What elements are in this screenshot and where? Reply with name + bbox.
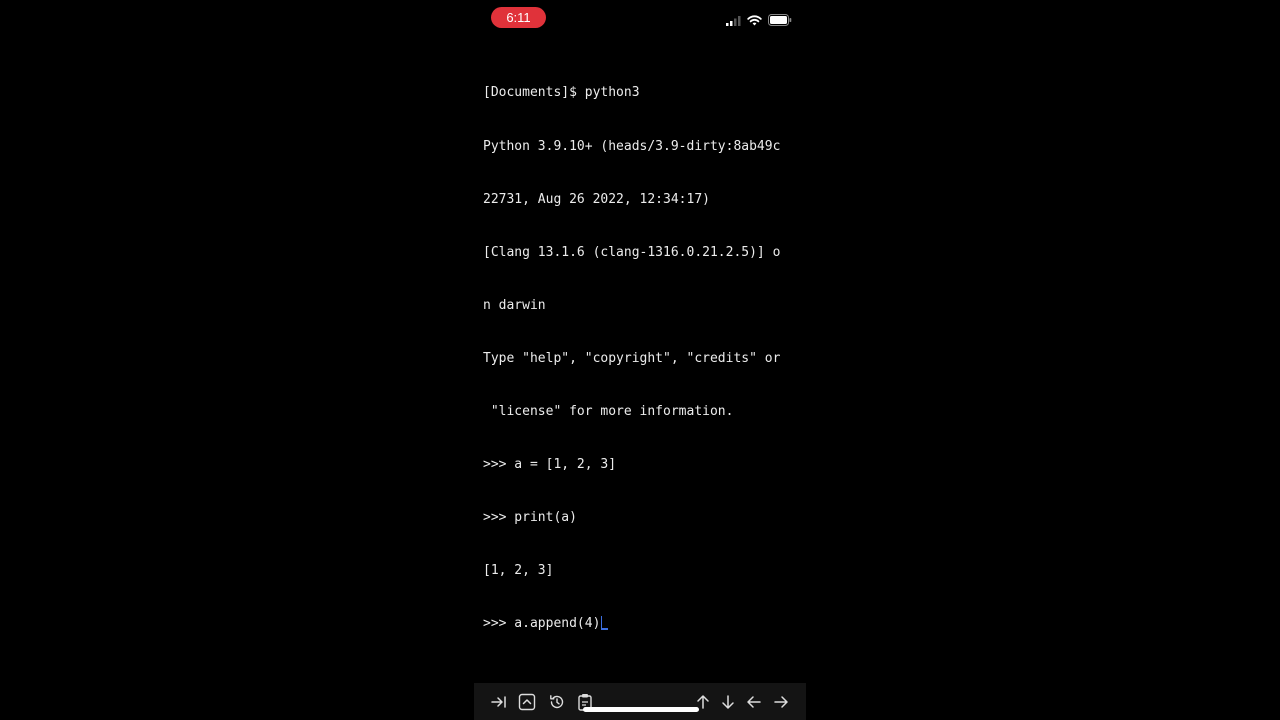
- terminal-line: Type "help", "copyright", "credits" or: [483, 350, 781, 366]
- terminal-line: 22731, Aug 26 2022, 12:34:17): [483, 191, 710, 207]
- text-cursor: [601, 616, 609, 631]
- terminal-line: [1, 2, 3]: [483, 563, 554, 579]
- terminal-line: >>> print(a): [483, 510, 577, 526]
- arrow-down-icon[interactable]: [718, 692, 738, 712]
- wifi-icon: [747, 11, 762, 30]
- keyboard-toolbar: [474, 683, 806, 720]
- home-indicator[interactable]: [583, 707, 699, 712]
- battery-icon: [768, 11, 792, 30]
- control-key-icon[interactable]: [517, 692, 537, 712]
- terminal-line: [Clang 13.1.6 (clang-1316.0.21.2.5)] o: [483, 244, 781, 260]
- terminal-line: "license" for more information.: [483, 403, 734, 419]
- history-icon[interactable]: [547, 692, 567, 712]
- phone-screen: 6:11 [Documents]$ python3 Python 3.9.10+…: [474, 0, 806, 720]
- current-command[interactable]: >>> a.append(4): [483, 616, 600, 631]
- status-icons: [726, 13, 792, 27]
- terminal-line: >>> a = [1, 2, 3]: [483, 457, 617, 473]
- terminal-line: n darwin: [483, 297, 546, 313]
- terminal-input-line[interactable]: >>> a.append(4): [483, 615, 795, 633]
- arrow-right-icon[interactable]: [771, 692, 791, 712]
- terminal-line: Python 3.9.10+ (heads/3.9-dirty:8ab49c: [483, 138, 781, 154]
- cellular-signal-icon: [726, 11, 741, 30]
- status-time[interactable]: 6:11: [491, 7, 546, 28]
- tab-key-icon[interactable]: [489, 692, 509, 712]
- terminal-line: [Documents]$ python3: [483, 85, 640, 101]
- terminal-output[interactable]: [Documents]$ python3 Python 3.9.10+ (hea…: [483, 49, 795, 668]
- arrow-left-icon[interactable]: [744, 692, 764, 712]
